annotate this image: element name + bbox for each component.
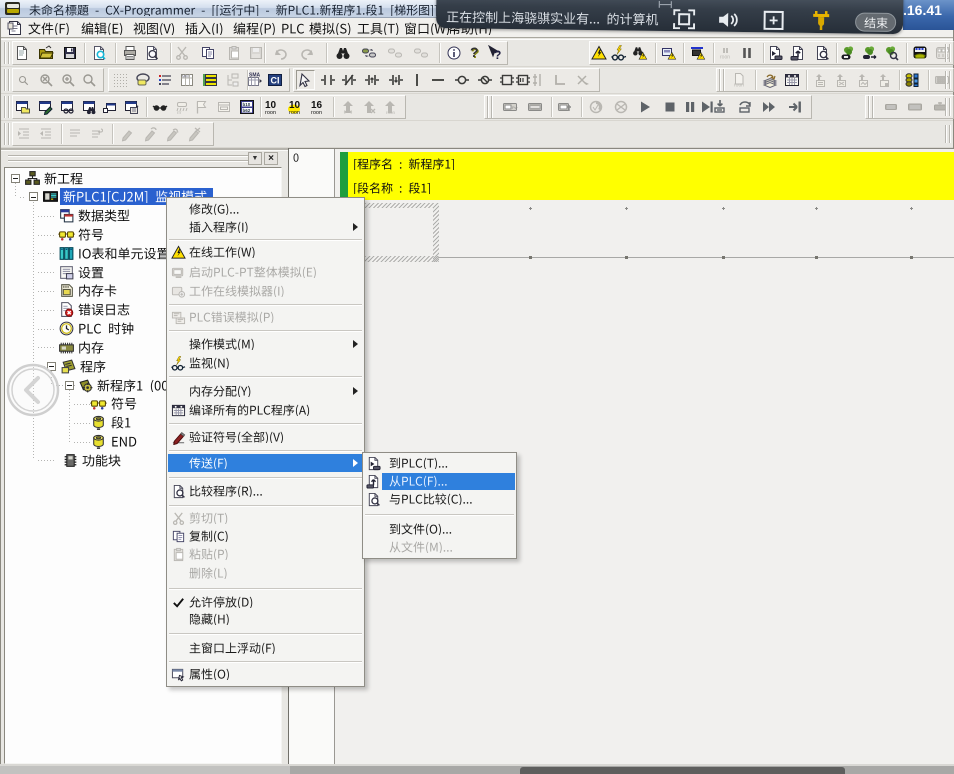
svg-text:?: ? [470, 45, 479, 60]
svg-text:rrr: rrr [177, 110, 182, 115]
svg-text:b62: b62 [243, 108, 251, 113]
svg-text:MM: MM [182, 73, 189, 78]
svg-text:SMA: SMA [249, 72, 261, 78]
svg-text:CI: CI [271, 75, 280, 85]
svg-text:?: ? [494, 48, 501, 61]
svg-text:roon: roon [720, 55, 730, 61]
svg-text:b10: b10 [243, 101, 251, 106]
svg-text:roon: roon [734, 82, 744, 88]
svg-text:roon: roon [386, 110, 396, 115]
svg-text:roon: roon [265, 110, 276, 115]
svg-text:roon: roon [289, 110, 300, 115]
svg-text:roon: roon [311, 110, 322, 115]
svg-text:Fw: Fw [512, 105, 517, 110]
